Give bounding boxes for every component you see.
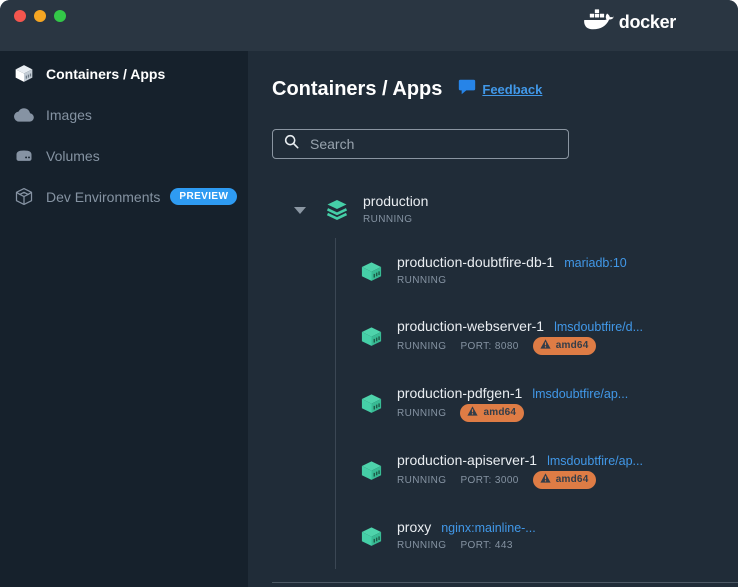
container-image: mariadb:10 bbox=[564, 256, 627, 270]
container-name: production-doubtfire-db-1 bbox=[397, 254, 555, 270]
sidebar-item-label: Volumes bbox=[46, 147, 100, 164]
container-icon bbox=[360, 325, 383, 348]
container-name: production-apiserver-1 bbox=[397, 452, 538, 468]
arch-warning-badge: amd64 bbox=[532, 337, 597, 355]
docker-brand: docker bbox=[583, 9, 677, 35]
warning-icon bbox=[467, 406, 479, 420]
container-row[interactable]: proxy nginx:mainline-... RUNNING PORT: 4… bbox=[360, 519, 738, 553]
container-port: PORT: 443 bbox=[460, 540, 513, 551]
container-row[interactable]: production-apiserver-1 lmsdoubtfire/ap..… bbox=[360, 452, 738, 489]
warning-icon bbox=[540, 473, 551, 487]
sidebar: Containers / Apps Images Volumes Dev Env… bbox=[0, 51, 248, 587]
container-status: RUNNING bbox=[397, 540, 447, 551]
arch-label: amd64 bbox=[483, 407, 517, 418]
sidebar-item-dev-environments[interactable]: Dev Environments PREVIEW bbox=[0, 176, 248, 217]
containers-icon bbox=[14, 63, 34, 84]
feedback-bubble-icon bbox=[458, 79, 476, 100]
container-list: production RUNNING production-doubtfire-… bbox=[272, 193, 738, 569]
container-icon bbox=[360, 260, 383, 283]
container-image: lmsdoubtfire/d... bbox=[554, 320, 644, 334]
close-window-button[interactable] bbox=[14, 10, 26, 22]
sidebar-item-label: Containers / Apps bbox=[46, 65, 166, 82]
container-status: RUNNING bbox=[397, 407, 447, 419]
arch-label: amd64 bbox=[555, 340, 589, 351]
page-title: Containers / Apps bbox=[272, 78, 443, 100]
dev-environments-icon bbox=[14, 186, 34, 207]
arch-warning-badge: amd64 bbox=[532, 471, 597, 489]
minimize-window-button[interactable] bbox=[34, 10, 46, 22]
arch-warning-badge: amd64 bbox=[460, 404, 525, 422]
container-icon bbox=[360, 392, 383, 415]
container-icon bbox=[360, 525, 383, 548]
container-status: RUNNING bbox=[397, 474, 447, 486]
container-row[interactable]: production-webserver-1 lmsdoubtfire/d...… bbox=[360, 318, 738, 355]
docker-whale-icon bbox=[583, 9, 615, 35]
warning-icon bbox=[540, 339, 551, 353]
group-name: production bbox=[363, 193, 429, 209]
container-image: lmsdoubtfire/ap... bbox=[547, 454, 643, 468]
feedback-link[interactable]: Feedback bbox=[482, 82, 542, 97]
container-image: nginx:mainline-... bbox=[441, 521, 536, 535]
container-icon bbox=[360, 459, 383, 482]
arch-label: amd64 bbox=[555, 474, 589, 485]
compose-group-row[interactable]: production RUNNING bbox=[272, 193, 738, 227]
sidebar-item-volumes[interactable]: Volumes bbox=[0, 135, 248, 176]
layers-icon bbox=[325, 199, 349, 222]
title-bar: docker bbox=[0, 0, 738, 51]
sidebar-item-images[interactable]: Images bbox=[0, 94, 248, 135]
preview-badge: PREVIEW bbox=[170, 188, 238, 205]
docker-wordmark: docker bbox=[618, 11, 677, 32]
container-name: proxy bbox=[397, 519, 432, 535]
bottom-divider bbox=[272, 582, 738, 583]
volumes-icon bbox=[14, 147, 34, 164]
sidebar-item-label: Images bbox=[46, 106, 92, 123]
sidebar-item-containers-apps[interactable]: Containers / Apps bbox=[0, 53, 248, 94]
maximize-window-button[interactable] bbox=[54, 10, 66, 22]
group-children: production-doubtfire-db-1 mariadb:10 RUN… bbox=[335, 238, 738, 569]
container-row[interactable]: production-pdfgen-1 lmsdoubtfire/ap... R… bbox=[360, 385, 738, 422]
feedback: Feedback bbox=[458, 79, 542, 100]
container-name: production-pdfgen-1 bbox=[397, 385, 523, 401]
docker-desktop-window: docker Containers / Apps Images Volumes … bbox=[0, 0, 738, 587]
chevron-down-icon[interactable] bbox=[294, 206, 306, 214]
container-status: RUNNING bbox=[397, 275, 447, 286]
group-status: RUNNING bbox=[363, 214, 413, 225]
search-box bbox=[272, 129, 569, 159]
container-status: RUNNING bbox=[397, 340, 447, 352]
container-image: lmsdoubtfire/ap... bbox=[532, 387, 629, 401]
container-port: PORT: 3000 bbox=[460, 474, 519, 486]
container-row[interactable]: production-doubtfire-db-1 mariadb:10 RUN… bbox=[360, 254, 738, 288]
search-input[interactable] bbox=[308, 135, 557, 153]
container-port: PORT: 8080 bbox=[460, 340, 519, 352]
main-panel: Containers / Apps Feedback production RU… bbox=[248, 51, 738, 587]
main-header: Containers / Apps Feedback bbox=[272, 78, 738, 101]
images-icon bbox=[14, 106, 34, 123]
container-name: production-webserver-1 bbox=[397, 318, 545, 334]
search-icon bbox=[284, 134, 299, 154]
sidebar-item-label: Dev Environments bbox=[46, 188, 161, 205]
traffic-lights bbox=[14, 10, 66, 22]
